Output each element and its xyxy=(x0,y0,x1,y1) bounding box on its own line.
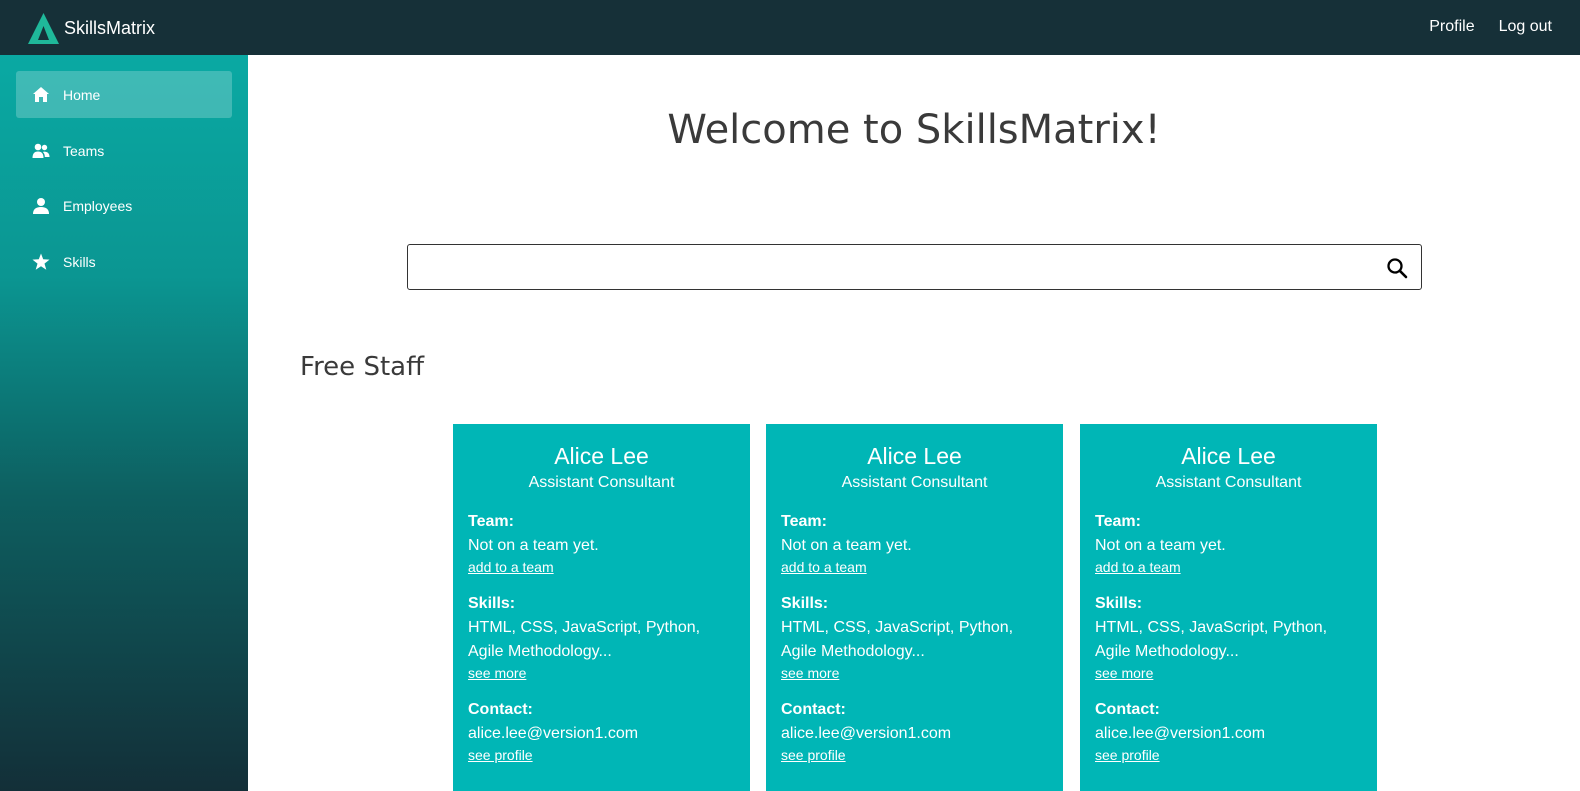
sidebar: Home Teams Employees Skills xyxy=(0,55,248,791)
sidebar-item-teams[interactable]: Teams xyxy=(16,127,232,174)
top-nav: Profile Log out xyxy=(1405,18,1552,36)
contact-label: Contact: xyxy=(468,701,533,718)
see-more-link[interactable]: see more xyxy=(468,665,735,681)
sidebar-item-label: Employees xyxy=(63,197,133,214)
contact-email: alice.lee@version1.com xyxy=(468,725,639,742)
page-title: Welcome to SkillsMatrix! xyxy=(667,107,1161,153)
see-more-link[interactable]: see more xyxy=(781,665,1048,681)
star-icon xyxy=(32,253,50,270)
sidebar-item-label: Teams xyxy=(63,142,105,159)
skills-label: Skills: xyxy=(781,595,829,612)
search-icon[interactable] xyxy=(1385,256,1409,280)
contact-email: alice.lee@version1.com xyxy=(1095,725,1266,742)
contact-label: Contact: xyxy=(781,701,846,718)
see-profile-link[interactable]: see profile xyxy=(781,747,1048,763)
skills-value: HTML, CSS, JavaScript, Python, Agile Met… xyxy=(781,619,1014,660)
team-label: Team: xyxy=(1095,513,1141,530)
staff-card: Alice Lee Assistant Consultant Team: Not… xyxy=(453,424,750,791)
skills-label: Skills: xyxy=(468,595,516,612)
skills-label: Skills: xyxy=(1095,595,1143,612)
card-name: Alice Lee xyxy=(1181,443,1276,469)
sidebar-item-label: Home xyxy=(63,86,101,103)
top-bar: SkillsMatrix Profile Log out xyxy=(0,0,1580,55)
staff-card: Alice Lee Assistant Consultant Team: Not… xyxy=(766,424,1063,791)
card-role: Assistant Consultant xyxy=(528,474,675,491)
sidebar-item-home[interactable]: Home xyxy=(16,71,232,118)
logout-link[interactable]: Log out xyxy=(1499,18,1552,36)
profile-link[interactable]: Profile xyxy=(1429,18,1474,36)
person-icon xyxy=(33,197,49,214)
contact-email: alice.lee@version1.com xyxy=(781,725,952,742)
sidebar-item-label: Skills xyxy=(63,253,96,270)
add-to-team-link[interactable]: add to a team xyxy=(781,559,1048,575)
team-value: Not on a team yet. xyxy=(468,537,599,554)
add-to-team-link[interactable]: add to a team xyxy=(1095,559,1362,575)
team-label: Team: xyxy=(468,513,514,530)
team-value: Not on a team yet. xyxy=(1095,537,1226,554)
see-profile-link[interactable]: see profile xyxy=(468,747,735,763)
card-name: Alice Lee xyxy=(554,443,649,469)
team-label: Team: xyxy=(781,513,827,530)
search-bar xyxy=(407,244,1422,290)
staff-card: Alice Lee Assistant Consultant Team: Not… xyxy=(1080,424,1377,791)
see-more-link[interactable]: see more xyxy=(1095,665,1362,681)
card-role: Assistant Consultant xyxy=(1155,474,1302,491)
section-title: Free Staff xyxy=(300,352,424,382)
sidebar-item-employees[interactable]: Employees xyxy=(16,182,232,229)
skills-value: HTML, CSS, JavaScript, Python, Agile Met… xyxy=(468,619,701,660)
contact-label: Contact: xyxy=(1095,701,1160,718)
team-icon xyxy=(32,143,50,158)
brand[interactable]: SkillsMatrix xyxy=(27,12,155,45)
team-value: Not on a team yet. xyxy=(781,537,912,554)
brand-name: SkillsMatrix xyxy=(64,18,156,38)
skills-value: HTML, CSS, JavaScript, Python, Agile Met… xyxy=(1095,619,1328,660)
card-name: Alice Lee xyxy=(867,443,962,469)
home-icon xyxy=(33,86,49,102)
search-input[interactable] xyxy=(408,245,1368,289)
sidebar-item-skills[interactable]: Skills xyxy=(16,238,232,285)
see-profile-link[interactable]: see profile xyxy=(1095,747,1362,763)
add-to-team-link[interactable]: add to a team xyxy=(468,559,735,575)
main-content: Welcome to SkillsMatrix! Free Staff Alic… xyxy=(248,55,1580,791)
card-role: Assistant Consultant xyxy=(841,474,988,491)
logo-icon xyxy=(28,13,59,44)
